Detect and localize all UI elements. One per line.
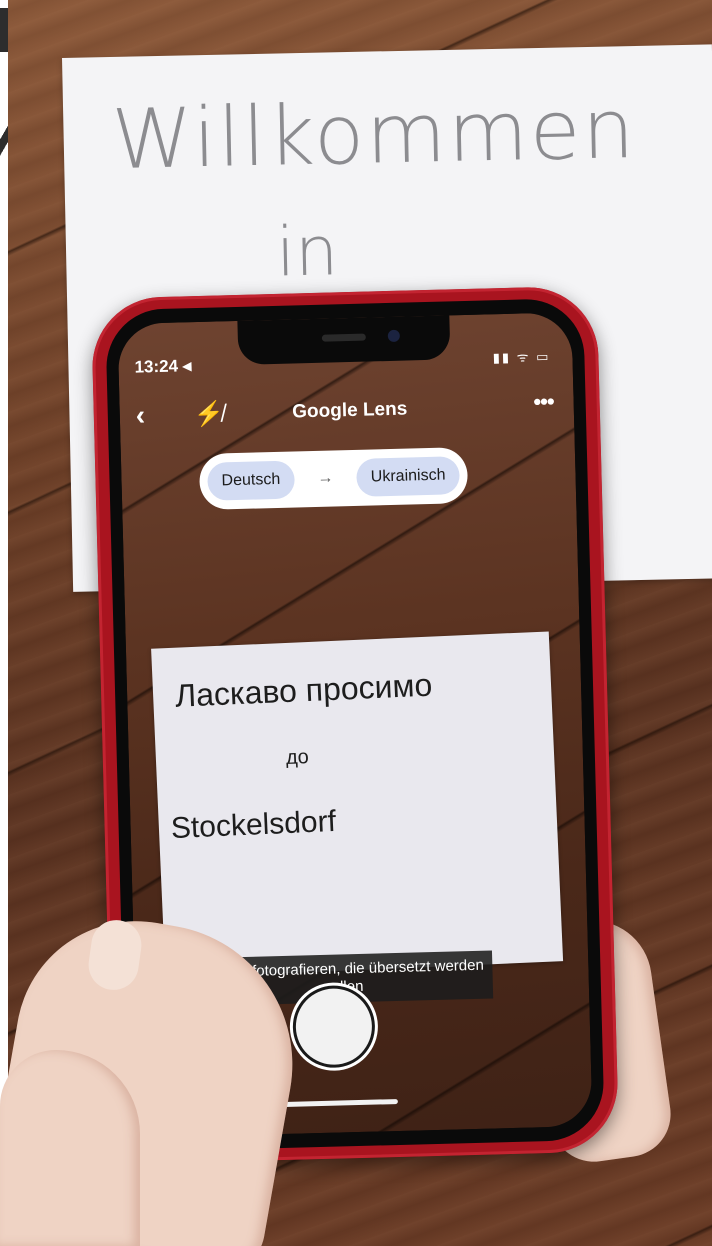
speaker	[321, 333, 366, 342]
left-finger	[0, 1050, 140, 1246]
shutter-button[interactable]	[294, 987, 373, 1066]
translated-line-1: Ласкаво просимо	[174, 666, 433, 714]
target-language-button[interactable]: Ukrainisch	[356, 456, 460, 497]
cropped-letter	[0, 8, 8, 52]
left-margin-strip	[0, 0, 8, 1246]
app-title: Google Lens	[291, 398, 408, 423]
handwritten-line-2: in	[275, 212, 339, 293]
back-icon[interactable]: ‹	[135, 399, 145, 431]
language-selector: Deutsch → Ukrainisch	[198, 446, 469, 510]
notch	[237, 315, 451, 365]
translated-sign: Ласкаво просимо до Stockelsdorf	[151, 631, 564, 979]
more-icon[interactable]: •••	[533, 389, 554, 416]
front-camera	[387, 329, 400, 343]
translated-line-2: до	[285, 746, 310, 770]
wooden-floor-background: Willkommen in 13:24 ◂ ▮▮ ᯤ ▭ ‹ ⚡̸ Google…	[0, 0, 712, 1246]
source-language-button[interactable]: Deutsch	[207, 460, 295, 501]
status-icons: ▮▮ ᯤ ▭	[492, 348, 551, 366]
handwritten-line-1: Willkommen	[110, 82, 638, 188]
swap-arrow-icon[interactable]: →	[317, 469, 333, 487]
translated-line-3: Stockelsdorf	[170, 804, 337, 846]
flash-off-icon[interactable]: ⚡̸	[193, 399, 224, 429]
status-time: 13:24 ◂	[134, 356, 192, 377]
cropped-letter	[0, 118, 8, 158]
lens-toolbar: ‹ ⚡̸ Google Lens •••	[119, 388, 574, 436]
